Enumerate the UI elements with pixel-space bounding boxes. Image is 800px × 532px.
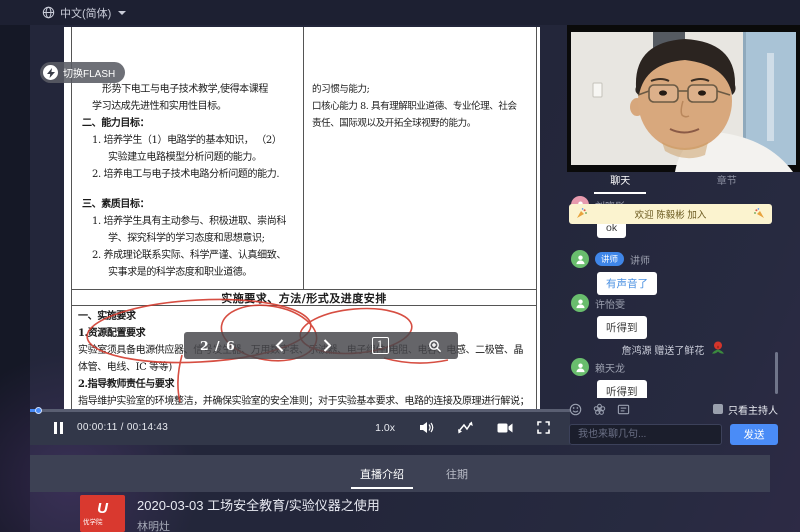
language-selector[interactable]: 中文(简体) <box>42 5 126 21</box>
bottom-tab-bar: 直播介绍 往期 <box>30 455 770 492</box>
camera-icon[interactable] <box>497 422 513 434</box>
slide-text: 学、探究科学的学习态度和思想意识; <box>82 230 299 247</box>
volume-icon[interactable] <box>419 421 434 434</box>
lecturer-badge: 讲师 <box>595 252 624 266</box>
flower-gift-icon <box>710 340 725 358</box>
slide-text: 二、能力目标： <box>82 115 299 132</box>
only-host-toggle[interactable]: 只看主持人 <box>713 402 778 417</box>
chat-bubble: 有声音了 <box>597 272 657 295</box>
only-host-label: 只看主持人 <box>728 402 778 417</box>
progress-bar[interactable] <box>30 409 570 412</box>
slide-text: 学习达成先进性和实用性目标。 <box>82 98 299 115</box>
next-page-button[interactable] <box>323 339 332 352</box>
prev-page-button[interactable] <box>275 339 284 352</box>
slide-text: 2.指导教师责任与要求 <box>78 376 530 393</box>
slide-text: 一、实施要求 <box>78 308 530 325</box>
player-control-bar: 00:00:11 / 00:14:43 1.0x <box>30 410 570 445</box>
course-card[interactable]: U 优学院 2020-03-03 工场安全教育/实验仪器之使用 林明灶 <box>80 495 380 532</box>
zoom-icon[interactable] <box>428 339 442 353</box>
gift-notification: 詹鸿源 赠送了鲜花 <box>567 340 780 358</box>
slide-text: 指导维护实验室的环境整洁，并确保实验室的安全准则；对于实验基本要求、电路的连接及… <box>78 393 530 410</box>
switch-flash-label: 切换FLASH <box>63 65 115 80</box>
uxueyuan-logo: U 优学院 <box>80 495 125 532</box>
tab-live-intro[interactable]: 直播介绍 <box>360 455 404 492</box>
flash-bolt-icon <box>43 65 58 80</box>
webcam-video <box>567 25 800 172</box>
chat-username: 讲师 <box>630 252 650 267</box>
page-number-input[interactable]: 1 <box>372 337 389 354</box>
chat-username: 许怡雯 <box>595 296 625 311</box>
logo-text: 优学院 <box>80 516 103 526</box>
logo-mark: U <box>97 501 108 516</box>
video-player: 形势下电工与电子技术教学,使得本课程 学习达成先进性和实用性目标。 二、能力目标… <box>30 25 570 445</box>
slide-text: 实验建立电路模型分析问题的能力。 <box>82 149 299 166</box>
notice-board-icon[interactable] <box>617 403 630 416</box>
avatar <box>571 250 589 268</box>
avatar <box>571 294 589 312</box>
party-popper-icon <box>754 208 764 221</box>
slide-text: 责任、国际观以及开拓全球视野的能力。 <box>312 115 532 132</box>
slide-section-header: 实施要求、方法/形式及进度安排 <box>72 289 536 306</box>
document-slide: 形势下电工与电子技术教学,使得本课程 学习达成先进性和实用性目标。 二、能力目标… <box>64 27 540 410</box>
chat-bubble: 听得到 <box>597 380 647 398</box>
gift-text: 詹鸿源 赠送了鲜花 <box>622 342 705 357</box>
tab-chat[interactable]: 聊天 <box>567 172 674 194</box>
chat-tabs: 聊天 章节 <box>567 172 780 194</box>
switch-flash-button[interactable]: 切换FLASH <box>40 62 125 83</box>
chat-message-input[interactable] <box>569 424 722 445</box>
chat-panel: 聊天 章节 刘晓彤 ok 欢迎 陈毅彬 加入 <box>567 172 780 445</box>
chat-message: 许怡雯 听得到 <box>571 294 770 339</box>
slide-text: 体管、电线、IC 等等) <box>78 359 530 376</box>
slide-text: 1. 培养学生（1）电路学的基本知识， （2） <box>82 132 299 149</box>
send-button[interactable]: 发送 <box>730 424 778 445</box>
course-instructor: 林明灶 <box>137 518 380 532</box>
emoji-icon[interactable] <box>569 403 582 416</box>
slide-right-column: 的习惯与能力; 口核心能力 8. 具有理解职业道德、专业伦理、社会 责任、国际观… <box>304 27 536 289</box>
chat-scrollbar[interactable] <box>775 352 778 394</box>
slide-text: 1. 培养学生具有主动参与、积极进取、崇尚科 <box>82 213 299 230</box>
time-display: 00:00:11 / 00:14:43 <box>77 422 168 433</box>
slide-text: 口核心能力 8. 具有理解职业道德、专业伦理、社会 <box>312 98 532 115</box>
course-title: 2020-03-03 工场安全教育/实验仪器之使用 <box>137 495 380 514</box>
page-indicator: 2 / 6 <box>200 338 236 353</box>
fullscreen-icon[interactable] <box>537 421 550 434</box>
document-toolbar: 2 / 6 1 <box>184 332 458 359</box>
chat-input-area: 只看主持人 发送 <box>567 398 780 445</box>
instructor-camera-frame <box>567 25 800 172</box>
chat-bubble: 听得到 <box>597 316 647 339</box>
avatar <box>571 358 589 376</box>
party-popper-icon <box>577 208 587 221</box>
only-host-checkbox[interactable] <box>713 404 723 414</box>
line-switch-icon[interactable] <box>458 421 473 434</box>
slide-text: 2. 培养电工与电子技术电路分析问题的能力. <box>82 166 299 183</box>
slide-text: 形势下电工与电子技术教学,使得本课程 <box>82 81 299 98</box>
top-bar: 中文(简体) <box>0 0 800 25</box>
flower-icon[interactable] <box>593 403 606 416</box>
live-classroom-page: 中文(简体) 形势下电工与电子技术教学,使得本课程 学习达成先进性和实用性目标。… <box>0 0 800 532</box>
chat-username: 赖天龙 <box>595 360 625 375</box>
playback-speed-button[interactable]: 1.0x <box>375 422 395 434</box>
slide-text: 实事求是的科学态度和职业道德。 <box>82 264 299 281</box>
chat-message: 讲师 讲师 有声音了 <box>571 250 770 295</box>
slide-text: 2. 养成理论联系实际、科学严谨、认真细致、 <box>82 247 299 264</box>
slide-text: 的习惯与能力; <box>312 81 532 98</box>
chat-message: 赖天龙 听得到 <box>571 358 770 398</box>
welcome-banner: 欢迎 陈毅彬 加入 <box>569 204 772 224</box>
language-label: 中文(简体) <box>60 5 111 21</box>
globe-icon <box>42 6 55 19</box>
welcome-banner-text: 欢迎 陈毅彬 加入 <box>635 207 707 221</box>
slide-text: 三、素质目标： <box>82 196 299 213</box>
chevron-down-icon <box>118 11 126 15</box>
progress-knob[interactable] <box>35 407 42 414</box>
tab-chapters[interactable]: 章节 <box>674 172 781 194</box>
chat-message-list: 刘晓彤 ok 欢迎 陈毅彬 加入 讲师 讲师 <box>567 194 780 398</box>
tab-past-sessions[interactable]: 往期 <box>446 455 468 492</box>
pause-button[interactable] <box>54 422 63 434</box>
